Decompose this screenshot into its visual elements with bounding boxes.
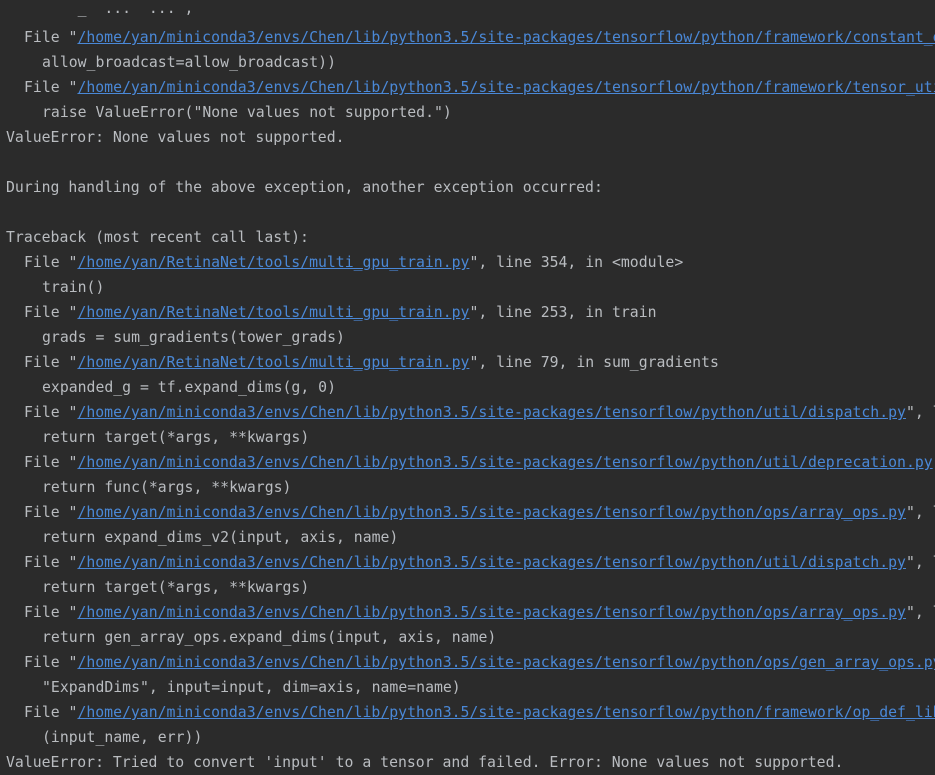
traceback-file-line: File "/home/yan/miniconda3/envs/Chen/lib… (0, 500, 935, 525)
error-message: ValueError: Tried to convert 'input' to … (6, 754, 844, 771)
file-path-link[interactable]: /home/yan/miniconda3/envs/Chen/lib/pytho… (77, 704, 935, 721)
traceback-file-line: File "/home/yan/miniconda3/envs/Chen/lib… (0, 450, 935, 475)
source-code-line: return expand_dims_v2(input, axis, name) (42, 529, 399, 546)
clipped-line: _ ... ... , (42, 6, 194, 17)
traceback-header: Traceback (most recent call last): (6, 229, 309, 246)
file-prefix: File " (24, 654, 78, 671)
traceback-file-line: File "/home/yan/miniconda3/envs/Chen/lib… (0, 400, 935, 425)
traceback-file-line: File "/home/yan/miniconda3/envs/Chen/lib… (0, 600, 935, 625)
file-location: ", line 253, in train (469, 304, 657, 321)
file-location: ", line 180, in wrapper (905, 554, 935, 571)
file-path-link[interactable]: /home/yan/RetinaNet/tools/multi_gpu_trai… (77, 254, 469, 271)
source-code-line: "ExpandDims", input=input, dim=axis, nam… (42, 679, 461, 696)
source-code-line: allow_broadcast=allow_broadcast)) (42, 54, 336, 71)
file-prefix: File " (24, 454, 78, 471)
exception-chain-message: During handling of the above exception, … (6, 179, 603, 196)
file-prefix: File " (24, 29, 78, 46)
traceback-file-line: File "/home/yan/RetinaNet/tools/multi_gp… (0, 250, 935, 275)
file-prefix: File " (24, 604, 78, 621)
file-path-link[interactable]: /home/yan/miniconda3/envs/Chen/lib/pytho… (77, 504, 906, 521)
source-code-line: grads = sum_gradients(tower_grads) (42, 329, 345, 346)
file-prefix: File " (24, 254, 78, 271)
source-code-line: (input_name, err)) (42, 729, 203, 746)
source-code-line: return gen_array_ops.expand_dims(input, … (42, 629, 497, 646)
traceback-file-line: File "/home/yan/RetinaNet/tools/multi_gp… (0, 350, 935, 375)
console-output: _ ... ... , File "/home/yan/miniconda3/en… (0, 6, 935, 775)
traceback-lines: _ ... ... , File "/home/yan/miniconda3/en… (0, 6, 935, 775)
file-path-link[interactable]: /home/yan/miniconda3/envs/Chen/lib/pytho… (77, 554, 906, 571)
file-path-link[interactable]: /home/yan/miniconda3/envs/Chen/lib/pytho… (77, 79, 935, 96)
source-code-line: expanded_g = tf.expand_dims(g, 0) (42, 379, 336, 396)
traceback-file-line: File "/home/yan/miniconda3/envs/Chen/lib… (0, 550, 935, 575)
error-message: ValueError: None values not supported. (6, 129, 345, 146)
source-code-line: return target(*args, **kwargs) (42, 429, 310, 446)
file-prefix: File " (24, 504, 78, 521)
file-prefix: File " (24, 304, 78, 321)
source-code-line: raise ValueError("None values not suppor… (42, 104, 452, 121)
file-prefix: File " (24, 79, 78, 96)
source-code-line: train() (42, 279, 105, 296)
file-path-link[interactable]: /home/yan/RetinaNet/tools/multi_gpu_trai… (77, 304, 469, 321)
traceback-file-line: File "/home/yan/RetinaNet/tools/multi_gp… (0, 300, 935, 325)
file-prefix: File " (24, 554, 78, 571)
file-location: ", line 137, in expand_dims (905, 504, 935, 521)
file-path-link[interactable]: /home/yan/miniconda3/envs/Chen/lib/pytho… (77, 604, 906, 621)
file-path-link[interactable]: /home/yan/miniconda3/envs/Chen/lib/pytho… (77, 454, 932, 471)
file-prefix: File " (24, 704, 78, 721)
traceback-file-line: File "/home/yan/miniconda3/envs/Chen/lib… (0, 25, 935, 50)
file-prefix: File " (24, 404, 78, 421)
file-location: ", line 196, in expand_dims_v2 (905, 604, 935, 621)
file-location: ", line 354, in <module> (469, 254, 684, 271)
file-path-link[interactable]: /home/yan/miniconda3/envs/Chen/lib/pytho… (77, 654, 935, 671)
source-code-line: return func(*args, **kwargs) (42, 479, 292, 496)
file-path-link[interactable]: /home/yan/RetinaNet/tools/multi_gpu_trai… (77, 354, 469, 371)
file-location: ", line 79, in sum_gradients (469, 354, 719, 371)
file-path-link[interactable]: /home/yan/miniconda3/envs/Chen/lib/pytho… (77, 29, 935, 46)
file-prefix: File " (24, 354, 78, 371)
file-path-link[interactable]: /home/yan/miniconda3/envs/Chen/lib/pytho… (77, 404, 906, 421)
traceback-file-line: File "/home/yan/miniconda3/envs/Chen/lib… (0, 650, 935, 675)
traceback-file-line: File "/home/yan/miniconda3/envs/Chen/lib… (0, 75, 935, 100)
source-code-line: return target(*args, **kwargs) (42, 579, 310, 596)
file-location: ", line 180, in wrapper (905, 404, 935, 421)
traceback-file-line: File "/home/yan/miniconda3/envs/Chen/lib… (0, 700, 935, 725)
